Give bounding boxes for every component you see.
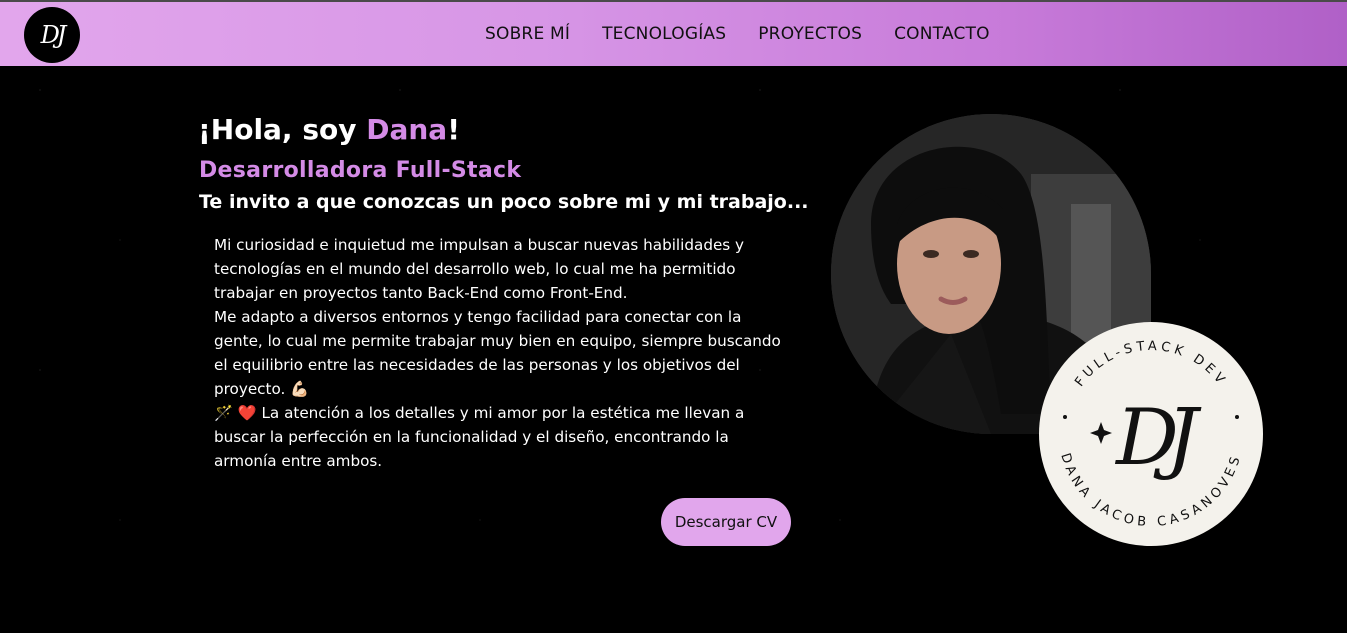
badge-monogram: DJ: [1114, 393, 1202, 483]
nav-link-tecnologias[interactable]: TECNOLOGÍAS: [602, 24, 726, 44]
hero-greeting: ¡Hola, soy Dana!: [198, 113, 460, 146]
logo[interactable]: DJ: [24, 7, 80, 63]
bio-paragraph: Me adapto a diversos entornos y tengo fa…: [214, 308, 781, 398]
svg-text:FULL-STACK DEV: FULL-STACK DEV: [1072, 339, 1229, 390]
logo-monogram: DJ: [40, 21, 67, 49]
badge-top-text: FULL-STACK DEV: [1072, 339, 1225, 390]
hero-bio: Mi curiosidad e inquietud me impulsan a …: [214, 233, 794, 473]
bio-paragraph: 🪄 ❤️ La atención a los detalles y mi amo…: [214, 404, 745, 470]
hero-invite: Te invito a que conozcas un poco sobre m…: [199, 191, 809, 213]
greeting-prefix: ¡Hola, soy: [198, 113, 367, 146]
fullstack-dev-badge: FULL-STACK DEV DANA JACOB CASANOVES DJ: [1039, 322, 1263, 546]
sparkle-icon: [1090, 422, 1112, 444]
greeting-name: Dana: [366, 113, 448, 146]
nav-link-contacto[interactable]: CONTACTO: [894, 24, 990, 44]
navbar: DJ SOBRE MÍ TECNOLOGÍAS PROYECTOS CONTAC…: [0, 0, 1347, 66]
greeting-suffix: !: [447, 113, 460, 146]
hero-role: Desarrolladora Full-Stack: [199, 158, 522, 183]
nav-links: SOBRE MÍ TECNOLOGÍAS PROYECTOS CONTACTO: [485, 24, 990, 44]
nav-link-proyectos[interactable]: PROYECTOS: [758, 24, 862, 44]
download-cv-button[interactable]: Descargar CV: [661, 498, 791, 546]
nav-link-sobre-mi[interactable]: SOBRE MÍ: [485, 24, 570, 44]
bio-paragraph: Mi curiosidad e inquietud me impulsan a …: [214, 236, 745, 302]
